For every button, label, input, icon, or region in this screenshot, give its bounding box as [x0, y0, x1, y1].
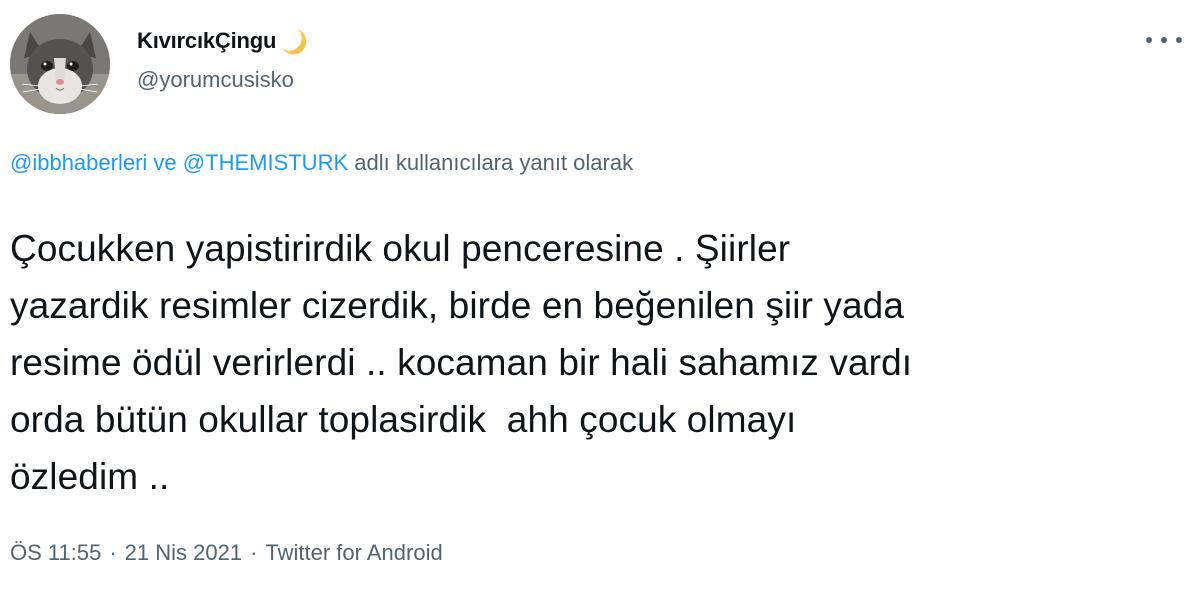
user-handle[interactable]: @yorumcusisko — [137, 67, 307, 93]
display-name[interactable]: KıvırcıkÇingu — [137, 28, 276, 54]
tweet-line: yazardik resimler cizerdik, birde en beğ… — [10, 285, 904, 326]
more-icon-dot — [1161, 37, 1167, 43]
more-icon-dot — [1146, 37, 1152, 43]
mention-connector: ve — [153, 150, 177, 175]
tweet-line: özledim .. — [10, 456, 170, 497]
mention-text: @THEMISTURK — [182, 150, 349, 175]
tweet-date[interactable]: 21 Nis 2021 — [125, 540, 242, 565]
tweet-line: Çocukken yapistirirdik okul penceresine … — [10, 228, 791, 269]
display-name-row[interactable]: KıvırcıkÇingu — [137, 24, 307, 58]
reply-context: @ibbhaberleri ve @THEMISTURK adlı kullan… — [10, 150, 633, 176]
user-info: KıvırcıkÇingu @yorumcusisko — [137, 24, 307, 93]
crescent-moon-icon — [279, 26, 307, 56]
tweet-text: Çocukken yapistirirdik okul penceresine … — [10, 220, 1170, 505]
tweet-meta: ÖS 11:55 · 21 Nis 2021 · Twitter for Android — [10, 540, 443, 566]
tweet: KıvırcıkÇingu @yorumcusisko @ibbhaberler… — [0, 0, 1200, 593]
reply-suffix: adlı kullanıcılara yanıt olarak — [354, 150, 634, 175]
separator: · — [250, 540, 258, 565]
mention-text: @ibbhaberleri — [10, 150, 148, 175]
separator: · — [109, 540, 117, 565]
more-icon-dot — [1176, 37, 1182, 43]
reply-mention-ibbhaberleri[interactable]: @ibbhaberleri ve @THEMISTURK — [10, 150, 348, 175]
tweet-time[interactable]: ÖS 11:55 — [10, 540, 101, 565]
tweet-line: orda bütün okullar toplasirdik ahh çocuk… — [10, 399, 797, 440]
avatar[interactable] — [10, 14, 110, 114]
more-options-button[interactable] — [1146, 28, 1182, 52]
tweet-source-link[interactable]: Twitter for Android — [265, 540, 442, 565]
cat-avatar-image — [10, 14, 110, 114]
tweet-line: resime ödül verirlerdi .. kocaman bir ha… — [10, 342, 913, 383]
